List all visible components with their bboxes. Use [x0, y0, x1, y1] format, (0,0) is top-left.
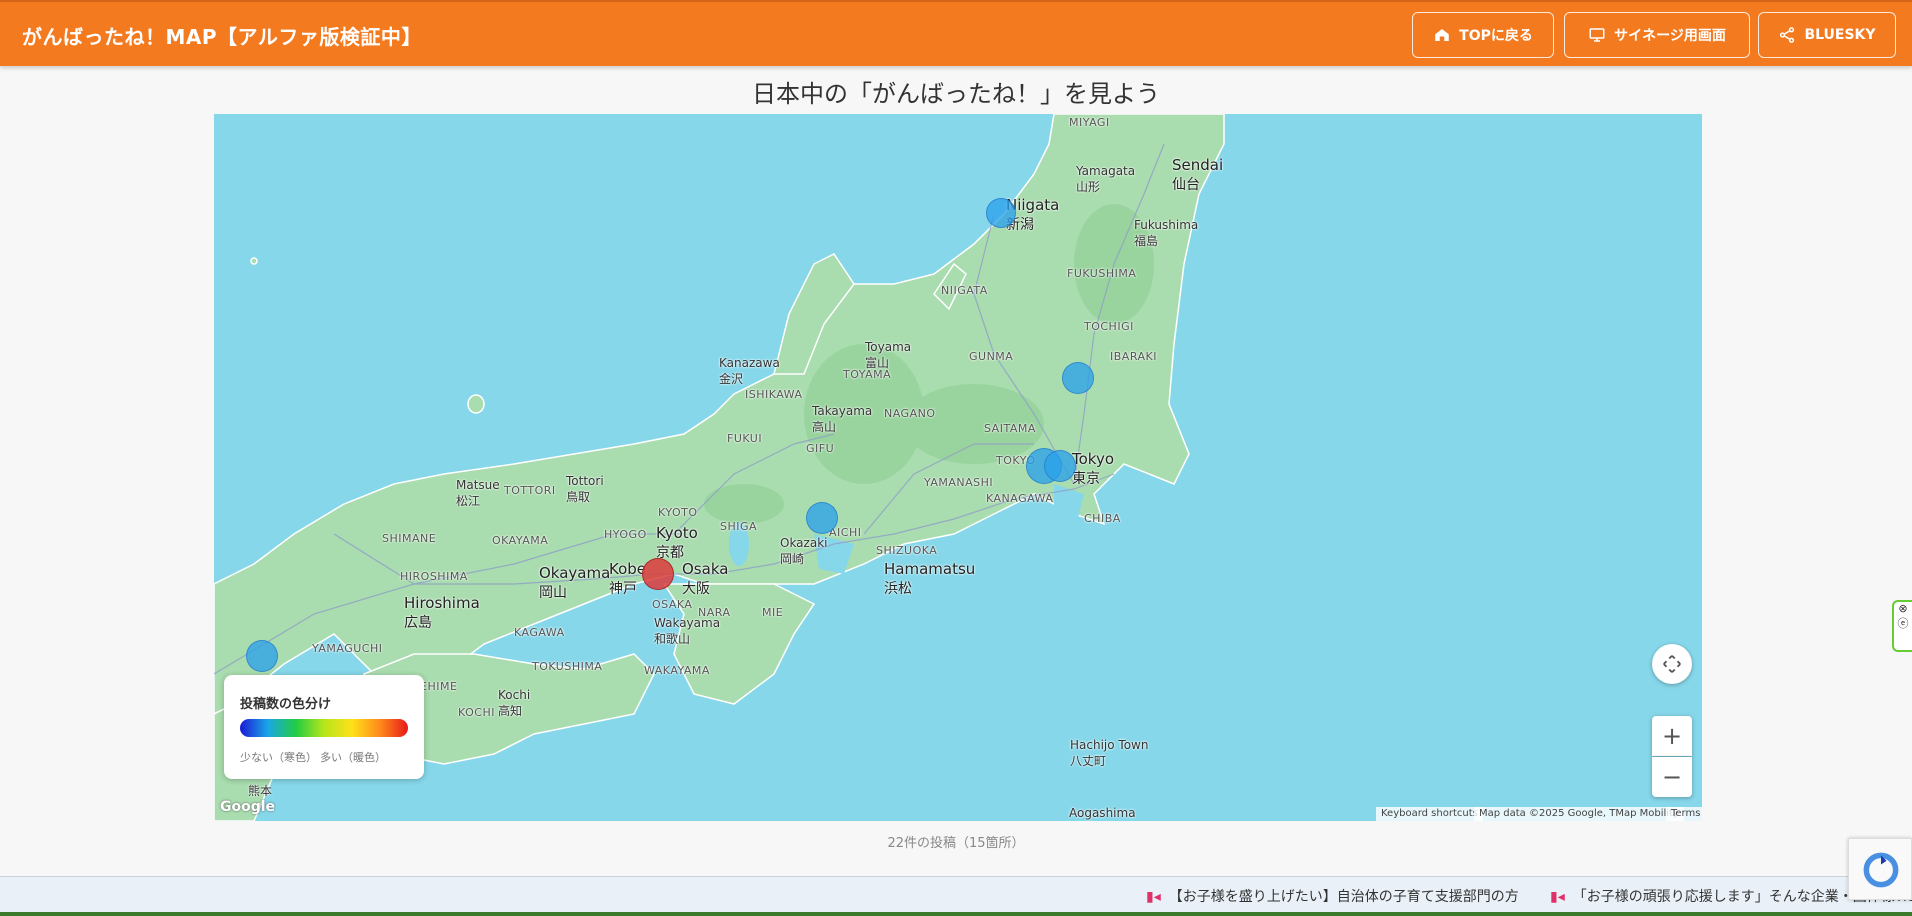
map-label-hiroshima: Hiroshima 広島 [404, 594, 480, 631]
post-count: 22件の投稿（15箇所） [887, 836, 1025, 851]
bluesky-button-label: BLUESKY [1804, 27, 1876, 43]
bluesky-share-button[interactable]: BLUESKY [1758, 12, 1896, 58]
map-label-kochi: Kochi 高知 [498, 688, 531, 718]
map-label-gunma: GUNMA [969, 350, 1014, 363]
map-label-okazaki: Okazaki 岡崎 [780, 536, 828, 566]
map-label-fukushima: Fukushima 福島 [1134, 218, 1199, 248]
recaptcha-icon [1863, 852, 1899, 888]
fullscreen-button[interactable] [1652, 644, 1692, 684]
news-ticker: ▮◂ 【お子様を盛り上げたい】自治体の子育て支援部門の方 ▮◂ 「お子様の頑張り応援… [0, 876, 1912, 912]
map-data-attribution: Map data ©2025 Google, TMap Mobility [1474, 807, 1684, 821]
close-icon: ⊗ [1898, 602, 1908, 615]
map-label-toyama-pref: TOYAMA [843, 368, 892, 381]
recaptcha-badge[interactable] [1848, 838, 1912, 900]
map-label-tokushima: TOKUSHIMA [532, 660, 603, 673]
map-label-hachijo: Hachijo Town 八丈町 [1070, 738, 1149, 768]
color-legend: 投稿数の色分け 少ない（寒色） 多い（暖色） [224, 675, 424, 779]
map-label-yamanashi: YAMANASHI [924, 476, 994, 489]
map-label-shiga: SHIGA [720, 520, 758, 533]
map-label-miyagi: MIYAGI [1069, 116, 1110, 129]
map-label-fukushima-pref: FUKUSHIMA [1067, 267, 1137, 280]
bottom-border [0, 912, 1912, 916]
map-label-kumamoto: 熊本 [248, 784, 273, 798]
map-label-osaka-pref: OSAKA [652, 598, 693, 611]
post-marker-tokyo-2[interactable] [1044, 450, 1076, 482]
monitor-icon [1589, 28, 1605, 42]
terms-link[interactable]: Terms [1666, 807, 1702, 821]
signage-button-label: サイネージ用画面 [1614, 28, 1726, 44]
share-icon [1780, 27, 1795, 43]
map-label-mie: MIE [762, 606, 784, 619]
post-marker-niigata[interactable] [986, 198, 1016, 228]
map-label-takayama: Takayama 高山 [812, 404, 873, 434]
map-label-hamamatsu: Hamamatsu 浜松 [884, 560, 976, 597]
widget-icon: ⓔ [1897, 617, 1909, 630]
map-label-osaka: Osaka 大阪 [682, 560, 729, 597]
map-label-matsue: Matsue 松江 [456, 478, 500, 508]
map-label-nagano: NAGANO [884, 407, 936, 420]
legend-low-label: 少ない（寒色） [240, 751, 317, 764]
map-label-kanagawa: KANAGAWA [986, 492, 1054, 505]
legend-gradient-bar [240, 719, 408, 737]
app-header: がんばったね！MAP【アルファ版検証中】 TOPに戻る サイネージ用画面 BLU… [0, 0, 1912, 66]
map-label-kanazawa: Kanazawa 金沢 [719, 356, 780, 386]
app-title: がんばったね！MAP【アルファ版検証中】 [22, 25, 422, 49]
map-label-okayama: Okayama 岡山 [539, 564, 611, 601]
japan-map[interactable]: MIYAGI Sendai 仙台 Yamagata 山形 Niigata 新潟 Fuk… [214, 114, 1702, 821]
fullscreen-icon [1663, 655, 1681, 673]
map-label-kagawa: KAGAWA [514, 626, 565, 639]
map-label-yamagata: Yamagata 山形 [1076, 164, 1136, 194]
post-marker-osaka[interactable] [642, 558, 674, 590]
map-label-toyama: Toyama 富山 [865, 340, 912, 370]
megaphone-icon: ▮◂ [1146, 889, 1161, 905]
map-label-hiroshima-pref: HIROSHIMA [400, 570, 468, 583]
map-label-chiba: CHIBA [1084, 512, 1121, 525]
side-widget-tab[interactable]: ⊗ ⓔ [1892, 600, 1912, 652]
page-heading: 日本中の「がんばったね！」を見よう [752, 80, 1160, 108]
post-marker-aichi[interactable] [806, 502, 838, 534]
map-label-kobe: Kobe 神戸 [609, 560, 647, 597]
map-label-shimane: SHIMANE [382, 532, 437, 545]
map-label-kochi-pref: KOCHI [458, 706, 495, 719]
post-marker-tochigi[interactable] [1062, 362, 1094, 394]
map-label-tottori: Tottori 鳥取 [566, 474, 604, 504]
map-label-wakayama-pref: WAKAYAMA [644, 664, 710, 677]
map-label-wakayama: Wakayama 和歌山 [654, 616, 721, 646]
map-label-kyoto-pref: KYOTO [658, 506, 698, 519]
top-button[interactable]: TOPに戻る [1412, 12, 1554, 58]
map-label-tottori-pref: TOTTORI [504, 484, 556, 497]
map-label-niigata-pref: NIIGATA [941, 284, 988, 297]
map-label-okayama-pref: OKAYAMA [492, 534, 549, 547]
map-label-shizuoka: SHIZUOKA [876, 544, 938, 557]
signage-button[interactable]: サイネージ用画面 [1564, 12, 1750, 58]
map-label-tokyo: Tokyo 東京 [1072, 450, 1114, 487]
legend-high-label: 多い（暖色） [320, 751, 386, 764]
keyboard-shortcuts-link[interactable]: Keyboard shortcuts [1376, 807, 1483, 821]
legend-title: 投稿数の色分け [240, 697, 332, 712]
top-button-label: TOPに戻る [1459, 28, 1533, 44]
map-label-hyogo: HYOGO [604, 528, 647, 541]
map-label-ishikawa: ISHIKAWA [745, 388, 803, 401]
google-logo: Google [220, 799, 276, 815]
map-label-saitama: SAITAMA [984, 422, 1036, 435]
zoom-in-button[interactable]: + [1652, 716, 1692, 756]
map-label-fukui: FUKUI [727, 432, 763, 445]
ticker-item[interactable]: ▮◂ 【お子様を盛り上げたい】自治体の子育て支援部門の方 [1146, 886, 1519, 906]
zoom-out-button[interactable]: − [1652, 757, 1692, 797]
post-marker-yamaguchi[interactable] [246, 640, 278, 672]
map-label-ehime: EHIME [420, 680, 458, 693]
home-icon [1435, 29, 1449, 41]
map-label-gifu: GIFU [806, 442, 835, 455]
map-label-aogashima: Aogashima [1069, 806, 1136, 820]
megaphone-icon: ▮◂ [1550, 889, 1565, 905]
map-label-ibaraki: IBARAKI [1110, 350, 1157, 363]
map-terrain [214, 114, 1225, 821]
map-label-tochigi: TOCHIGI [1084, 320, 1134, 333]
map-label-sendai: Sendai 仙台 [1172, 156, 1224, 193]
map-label-yamaguchi: YAMAGUCHI [312, 642, 383, 655]
map-label-kyoto: Kyoto 京都 [656, 524, 698, 561]
